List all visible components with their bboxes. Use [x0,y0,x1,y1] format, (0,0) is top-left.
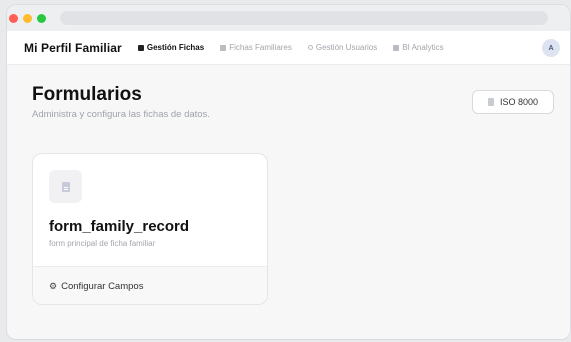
nav-item-label: Gestión Usuarios [315,43,378,52]
avatar-initial: A [548,44,554,52]
minimize-window-button[interactable] [23,13,32,23]
top-navbar: Mi Perfil Familiar Gestión Fichas Fichas… [7,31,570,65]
form-card[interactable]: form_family_record form principal de fic… [32,153,268,305]
nav-item-bi-analytics[interactable]: BI Analytics [393,43,444,52]
configure-fields-button[interactable]: ⚙ Configurar Campos [33,266,267,304]
circle-icon [307,45,313,50]
maximize-window-button[interactable] [37,13,46,23]
brand-title[interactable]: Mi Perfil Familiar [24,41,122,55]
page-title: Formularios [32,84,142,105]
square-icon [393,44,400,51]
nav-item-fichas-familiares[interactable]: Fichas Familiares [220,43,292,52]
address-bar[interactable] [60,11,548,25]
app-window: Mi Perfil Familiar Gestión Fichas Fichas… [6,4,571,340]
form-card-icon-box [49,170,82,203]
document-icon [487,98,494,106]
user-avatar[interactable]: A [542,39,560,57]
nav-item-label: Gestión Fichas [146,43,205,52]
square-icon [220,44,227,51]
nav-item-gestion-usuarios[interactable]: Gestión Usuarios [307,43,378,52]
square-icon [137,44,144,51]
page-subtitle: Administra y configura las fichas de dat… [32,109,210,120]
main-content: Formularios Administra y configura las f… [7,65,570,339]
gear-icon: ⚙ [49,281,58,291]
title-bar [7,5,570,31]
iso-8000-button[interactable]: ISO 8000 [472,90,554,114]
nav-item-label: BI Analytics [402,43,444,52]
nav-item-gestion-fichas[interactable]: Gestión Fichas [137,43,205,52]
form-card-title: form_family_record [49,218,190,235]
configure-fields-label: Configurar Campos [61,281,144,292]
nav-item-label: Fichas Familiares [229,43,292,52]
close-window-button[interactable] [9,13,18,23]
iso-button-label: ISO 8000 [499,97,539,107]
form-card-description: form principal de ficha familiar [49,239,156,248]
document-icon [61,181,70,192]
